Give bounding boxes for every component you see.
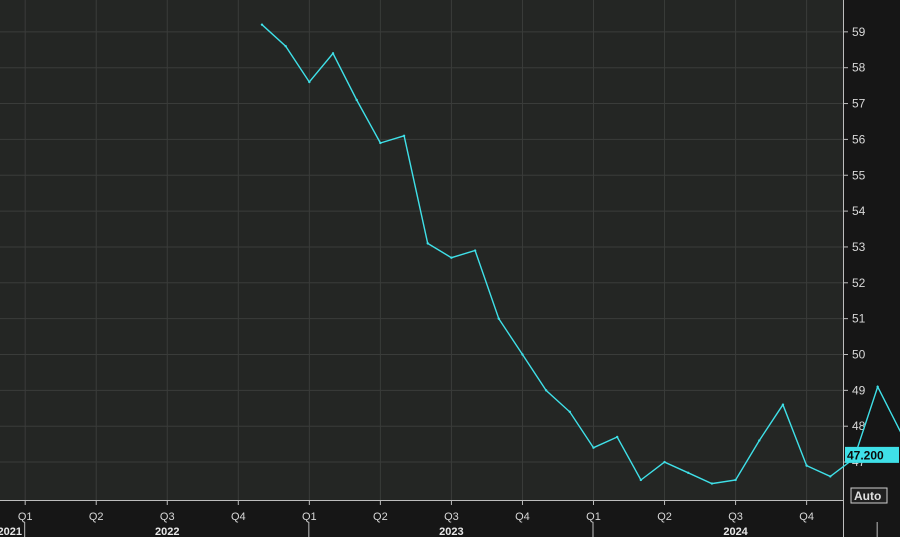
x-tick-label: Q4 <box>799 511 814 523</box>
year-label: 2021 <box>0 526 22 537</box>
data-point <box>639 478 643 482</box>
x-tick-label: Q4 <box>515 511 530 523</box>
y-tick-label: 56 <box>852 132 866 146</box>
x-tick-label: Q1 <box>18 511 33 523</box>
y-tick-label: 59 <box>852 25 866 39</box>
x-axis: Q1Q2Q3Q4Q1Q2Q3Q4Q1Q2Q3Q4Q2Q3Q42021202220… <box>0 500 878 537</box>
data-point <box>829 475 832 478</box>
data-point <box>710 482 714 485</box>
x-tick-label: Q1 <box>586 511 601 523</box>
y-tick-label: 51 <box>852 312 866 326</box>
data-point <box>426 242 429 245</box>
y-tick-label: 53 <box>852 240 866 254</box>
data-point <box>734 478 737 482</box>
data-point <box>521 353 524 356</box>
data-point <box>876 385 879 388</box>
y-tick-label: 54 <box>852 204 866 218</box>
y-tick-label: 58 <box>852 61 866 75</box>
y-tick-label: 60 <box>852 0 866 3</box>
data-point <box>805 464 808 467</box>
auto-scale-label[interactable]: Auto <box>854 489 881 503</box>
data-point <box>450 256 453 259</box>
value-badges: 47.200 Auto <box>845 446 899 504</box>
x-tick-label: Q1 <box>302 511 317 523</box>
data-point <box>663 460 666 464</box>
data-point <box>497 317 500 320</box>
x-tick-label: Q3 <box>160 511 175 523</box>
y-tick-label: 57 <box>852 97 866 111</box>
year-label: 2023 <box>439 526 463 537</box>
data-point <box>379 141 382 145</box>
data-point <box>473 249 477 252</box>
x-tick-label: Q2 <box>89 511 104 523</box>
data-point <box>544 389 548 392</box>
y-tick-label: 49 <box>852 383 866 397</box>
data-point <box>402 134 406 138</box>
chart-container: 4748495051525354555657585960 Q1Q2Q3Q4Q1Q… <box>0 0 900 537</box>
data-point <box>355 98 358 102</box>
plot-background <box>0 0 843 500</box>
data-point <box>758 439 761 442</box>
year-label: 2022 <box>155 526 179 537</box>
x-tick-label: Q3 <box>728 511 743 523</box>
x-tick-label: Q3 <box>444 511 459 523</box>
data-point <box>260 23 264 26</box>
data-point <box>284 44 287 48</box>
x-tick-label: Q2 <box>373 511 388 523</box>
x-tick-label: Q2 <box>657 511 672 523</box>
line-chart[interactable]: 4748495051525354555657585960 Q1Q2Q3Q4Q1Q… <box>0 0 900 537</box>
data-point <box>592 446 595 449</box>
data-point <box>331 52 335 55</box>
y-tick-label: 50 <box>852 348 866 362</box>
y-tick-label: 55 <box>852 168 866 182</box>
year-label: 2024 <box>723 526 748 537</box>
data-point <box>568 410 572 414</box>
data-point <box>615 435 619 439</box>
data-point <box>781 403 785 406</box>
last-value-label: 47.200 <box>847 448 884 462</box>
y-tick-label: 52 <box>852 276 866 290</box>
data-point <box>687 471 690 475</box>
x-tick-label: Q4 <box>231 511 246 523</box>
data-point <box>308 80 311 84</box>
